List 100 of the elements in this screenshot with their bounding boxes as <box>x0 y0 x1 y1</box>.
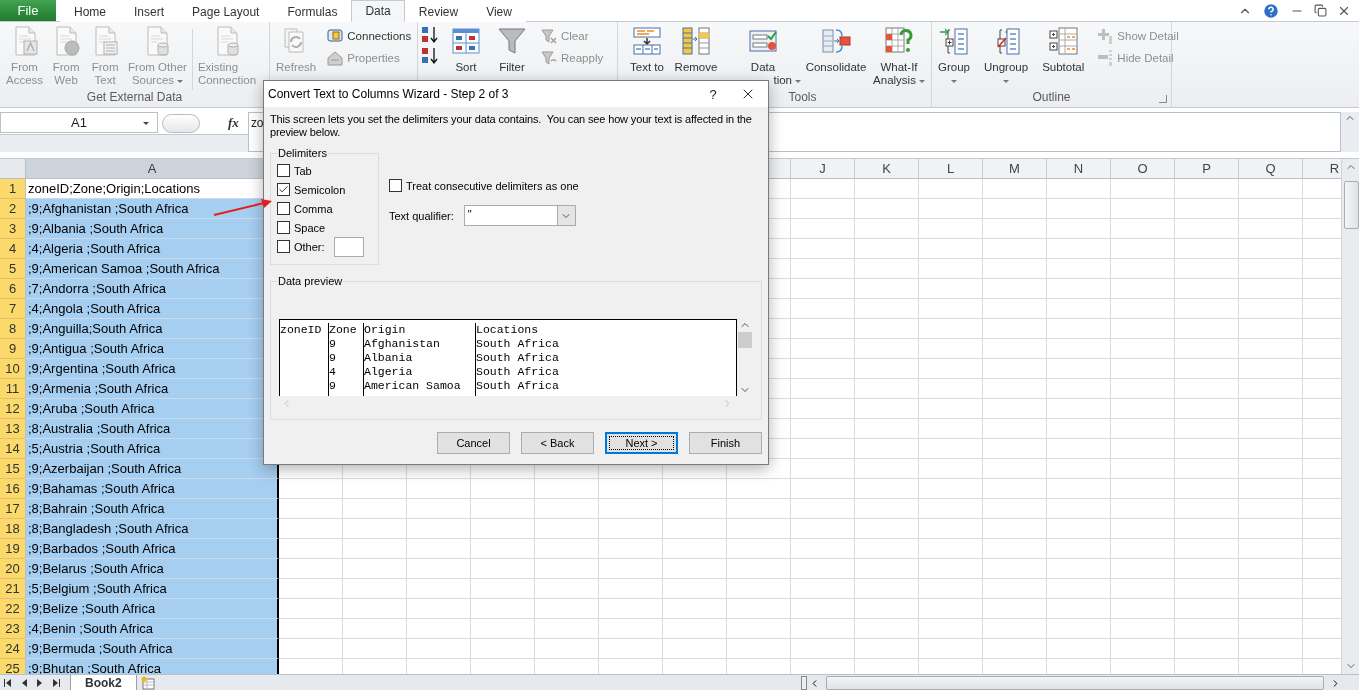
preview-cell-text: Afghanistan <box>364 337 441 351</box>
preview-header: Locations <box>476 323 540 337</box>
checkbox-label[interactable]: Comma <box>294 202 333 215</box>
row-header[interactable]: 10 <box>0 359 26 379</box>
vertical-scrollbar[interactable] <box>1341 159 1359 674</box>
funnel-icon <box>496 25 528 57</box>
sheet-tab[interactable]: Book2 <box>70 675 137 690</box>
row-header[interactable]: 11 <box>0 379 26 399</box>
help-button[interactable]: ? <box>698 86 728 102</box>
ribbon-button[interactable]: Sort <box>447 25 485 74</box>
table-icon <box>680 25 712 57</box>
row-header[interactable]: 14 <box>0 439 26 459</box>
plus-list-icon <box>1097 27 1114 44</box>
checkbox-label[interactable]: Tab <box>294 164 312 177</box>
name-box[interactable]: A1 <box>0 112 158 133</box>
minus-list-icon <box>1097 49 1114 66</box>
column-header[interactable]: L <box>919 159 983 179</box>
ribbon-button[interactable]: Connections <box>325 26 414 45</box>
ribbon-button[interactable]: Remove <box>670 25 722 74</box>
dialog-button[interactable]: < Back <box>521 432 594 454</box>
insert-function-button[interactable]: fx <box>228 115 239 131</box>
connection-icon <box>327 27 344 44</box>
restore-icon[interactable] <box>1314 4 1327 17</box>
column-header[interactable]: Q <box>1239 159 1303 179</box>
text-qualifier-select[interactable]: " <box>463 205 576 226</box>
funnel-clear-icon <box>541 27 557 44</box>
ribbon-button[interactable]: What-If Analysis <box>868 25 930 87</box>
column-header[interactable]: R <box>1303 159 1341 179</box>
checkbox[interactable] <box>277 221 290 234</box>
file-tab[interactable]: File <box>0 0 56 21</box>
ribbon-button[interactable]: Filter <box>493 25 531 74</box>
caret-icon[interactable] <box>143 122 149 125</box>
preview-cell-text: South Africa <box>476 337 560 351</box>
row-header[interactable]: 4 <box>0 239 26 259</box>
preview-header: Origin <box>364 323 407 337</box>
row-header[interactable]: 21 <box>0 579 26 599</box>
subtotal-icon <box>1047 25 1080 57</box>
row-header[interactable]: 22 <box>0 599 26 619</box>
other-delimiter-field[interactable] <box>333 236 364 257</box>
last-sheet-icon[interactable] <box>51 678 61 688</box>
ribbon-button[interactable]: Consolidate <box>804 25 868 74</box>
column-header[interactable]: M <box>983 159 1047 179</box>
preview-header: Zone <box>329 323 358 337</box>
ribbon-button[interactable]: Text to <box>624 25 670 74</box>
row-header[interactable]: 1 <box>0 179 26 199</box>
sort-icon <box>450 25 482 57</box>
column-header[interactable]: J <box>791 159 855 179</box>
row-header[interactable]: 23 <box>0 619 26 639</box>
dialog-button[interactable]: Finish <box>689 432 762 454</box>
formula-bar-handle[interactable] <box>162 114 200 133</box>
dialog-button[interactable]: Next > <box>605 432 678 454</box>
table-cell: ;4;Benin ;South Africa <box>26 619 279 639</box>
row-header[interactable]: 16 <box>0 479 26 499</box>
checkbox-label[interactable]: Treat consecutive delimiters as one <box>406 179 579 192</box>
sort-ascending-button[interactable] <box>421 26 439 44</box>
column-header[interactable]: O <box>1111 159 1175 179</box>
checkbox[interactable] <box>389 179 402 192</box>
row-header[interactable]: 12 <box>0 399 26 419</box>
row-header[interactable]: 7 <box>0 299 26 319</box>
table-cell: ;8;Bahrain ;South Africa <box>26 499 279 519</box>
dialog-launcher-icon[interactable] <box>1159 95 1167 103</box>
checkbox-label[interactable]: Semicolon <box>294 183 346 196</box>
column-header[interactable]: P <box>1175 159 1239 179</box>
column-header[interactable]: K <box>855 159 919 179</box>
checkbox[interactable] <box>277 202 290 215</box>
row-header[interactable]: 24 <box>0 639 26 659</box>
scroll-thumb[interactable] <box>738 332 752 348</box>
scroll-thumb[interactable] <box>826 676 1324 690</box>
sort-descending-button[interactable] <box>421 47 439 65</box>
checkbox-label[interactable]: Space <box>294 221 326 234</box>
split-handle[interactable] <box>801 676 807 690</box>
table-cell: ;9;Belarus ;South Africa <box>26 559 279 579</box>
checkbox[interactable] <box>277 240 290 253</box>
row-header[interactable]: 9 <box>0 339 26 359</box>
ribbon-button[interactable]: Subtotal <box>1039 25 1088 74</box>
column-header[interactable]: N <box>1047 159 1111 179</box>
help-icon[interactable] <box>1262 1 1280 20</box>
first-sheet-icon[interactable] <box>3 678 13 688</box>
row-header[interactable]: 15 <box>0 459 26 479</box>
row-header[interactable]: 25 <box>0 659 26 674</box>
ribbon-button[interactable]: Ungroup <box>981 25 1032 83</box>
row-header[interactable]: 5 <box>0 259 26 279</box>
scroll-thumb[interactable] <box>1343 181 1359 229</box>
row-header[interactable]: 18 <box>0 519 26 539</box>
row-header[interactable]: 19 <box>0 539 26 559</box>
preview-cell-text: South Africa <box>476 365 560 379</box>
row-header[interactable]: 8 <box>0 319 26 339</box>
ribbon-button[interactable]: Group <box>935 25 973 83</box>
dialog-button[interactable]: Cancel <box>437 432 510 454</box>
ribbon-tab[interactable]: Data <box>351 0 405 22</box>
checkbox-label[interactable]: Other: <box>294 240 325 253</box>
row-header[interactable]: 3 <box>0 219 26 239</box>
checkbox[interactable] <box>277 164 290 177</box>
row-header[interactable]: 2 <box>0 199 26 219</box>
row-header[interactable]: 17 <box>0 499 26 519</box>
row-header[interactable]: 13 <box>0 419 26 439</box>
row-header[interactable]: 6 <box>0 279 26 299</box>
row-header[interactable]: 20 <box>0 559 26 579</box>
checkbox[interactable] <box>277 183 290 196</box>
properties-icon <box>327 49 344 66</box>
